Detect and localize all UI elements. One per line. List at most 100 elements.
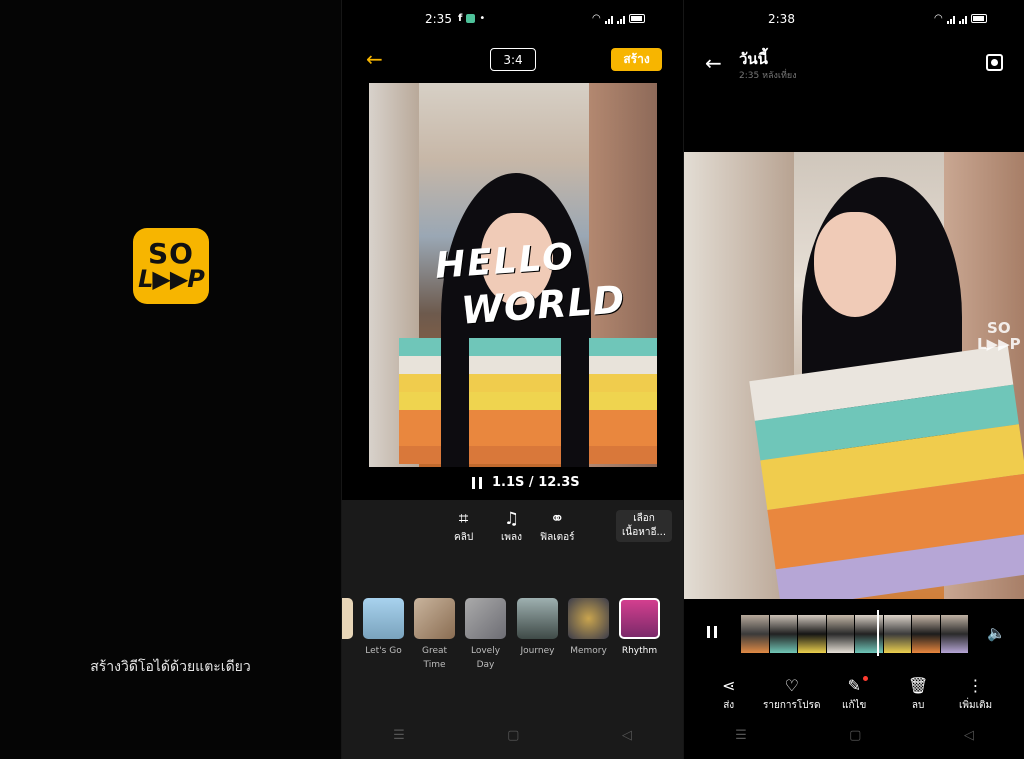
share-icon: ⋖ [722,676,736,695]
more-label: เพิ่มเติม [959,700,993,711]
favorite-button[interactable]: ♡ รายการโปรด [763,676,820,713]
theme-item[interactable]: Memory [568,598,609,658]
pick-content-label-2: เนื้อหาอี... [621,527,666,538]
delete-label: ลบ [911,700,925,711]
theme-thumb [568,598,609,639]
more-icon: ⋮ [967,676,984,695]
back-arrow-icon[interactable]: ← [705,53,722,73]
timeline-frame [912,615,941,653]
tool-filter[interactable]: ⚭ ฟิลเตอร์ [540,508,575,545]
heart-icon: ♡ [784,676,799,695]
soloop-watermark: SO L▶▶P [977,320,1021,352]
theme-strip[interactable]: Let's Go Great Time Lovely Day Journey M… [342,598,683,678]
theme-label: Journey [520,646,555,656]
theme-item[interactable]: Journey [517,598,558,658]
edit-button[interactable]: ✎ แก้ไข [842,676,869,713]
create-button[interactable]: สร้าง [611,48,662,71]
share-button[interactable]: ⋖ ส่ง [722,676,735,713]
facebook-icon: f [458,13,463,24]
wifi-icon: ◠ [592,13,601,24]
playback-bar: 1.1S / 12.3S [472,475,580,490]
theme-item[interactable]: Lovely Day [465,598,506,672]
delete-button[interactable]: 🗑 ลบ [908,676,928,713]
theme-item[interactable]: Great Time [414,598,455,672]
home-nav-icon[interactable]: ▢ [507,728,519,743]
system-nav-bar: ☰ ▢ ◁ [684,728,1024,743]
video-preview[interactable]: HELLO WORLD [369,83,657,467]
music-icon: ♫ [503,509,520,529]
menu-nav-icon[interactable]: ☰ [393,728,405,743]
signal-icon [604,14,613,24]
gallery-screen: 2:38 ◠ ← วันนี้ 2:35 หลังเที่ยง SO L▶▶P [683,0,1024,759]
theme-item-selected[interactable]: Rhythm [619,598,660,658]
logo-text-top: SO [148,237,194,271]
battery-icon [628,14,645,23]
timeline-frame [940,615,969,653]
timeline-frame [855,615,884,653]
photo-viewer[interactable]: SO L▶▶P [684,152,1024,599]
logo-text-bottom: L▶▶P [138,264,205,293]
signal-icon-2 [958,14,967,24]
edit-badge-dot [863,676,869,681]
theme-thumb [342,598,353,639]
menu-nav-icon[interactable]: ☰ [735,728,747,743]
lens-scan-icon[interactable] [986,54,1003,71]
pause-icon[interactable] [707,626,717,638]
message-icon [466,14,476,23]
timeline-playhead[interactable] [877,610,879,656]
timeline-frame [741,615,770,653]
volume-icon[interactable]: 🔈 [987,624,1006,642]
home-nav-icon[interactable]: ▢ [849,728,861,743]
pick-content-label-1: เลือก [633,513,655,524]
status-time: 2:35 [425,12,452,26]
person-face [814,212,896,317]
tool-music[interactable]: ♫ เพลง [501,508,522,545]
theme-thumb [465,598,506,639]
tool-filter-label: ฟิลเตอร์ [540,532,575,543]
timeline-frame [883,615,912,653]
splash-tagline: สร้างวิดีโอได้ด้วยแตะเดียว [90,659,251,675]
status-system-icons: ◠ [934,13,987,24]
person-sweater [399,338,657,464]
back-nav-icon[interactable]: ◁ [964,728,974,743]
tool-music-label: เพลง [501,532,523,543]
theme-item[interactable]: Let's Go [363,598,404,658]
system-nav-bar: ☰ ▢ ◁ [342,728,683,743]
hair-strand-right [561,338,589,467]
editor-screen: 2:35 f • ◠ ← 3:4 สร้าง HELLO WORLD 1.1S … [341,0,683,759]
video-timeline[interactable] [741,615,969,653]
filter-icon: ⚭ [550,509,565,529]
tool-clip[interactable]: ⌗ คลิป [454,508,473,545]
aspect-ratio-button[interactable]: 3:4 [490,48,536,71]
watermark-line-1: SO [987,319,1011,337]
pick-content-button[interactable]: เลือก เนื้อหาอี... [616,510,672,542]
theme-label: Great Time [421,646,448,670]
back-arrow-icon[interactable]: ← [366,49,383,69]
wifi-icon: ◠ [934,13,943,24]
share-label: ส่ง [723,700,735,711]
favorite-label: รายการโปรด [763,700,821,711]
theme-thumb [414,598,455,639]
trash-icon: 🗑 [908,676,929,695]
theme-item[interactable] [342,598,353,639]
more-button[interactable]: ⋮ เพิ่มเติม [959,676,992,713]
signal-icon [946,14,955,24]
theme-thumb [619,598,660,639]
theme-label: Memory [570,646,607,656]
soloop-logo: SO L▶▶P [133,228,209,304]
timeline-frame [769,615,798,653]
theme-label: Rhythm [621,646,658,656]
theme-thumb [517,598,558,639]
pause-icon[interactable] [472,476,482,489]
dot-icon: • [479,13,486,24]
hair-strand-left [441,338,469,467]
clip-icon: ⌗ [458,509,469,529]
battery-icon [970,14,987,23]
back-nav-icon[interactable]: ◁ [622,728,632,743]
edit-label: แก้ไข [842,700,867,711]
timeline-frame [798,615,827,653]
status-system-icons: ◠ [592,13,645,24]
playback-time: 1.1S / 12.3S [492,475,580,490]
splash-screen: SO L▶▶P สร้างวิดีโอได้ด้วยแตะเดียว [0,0,341,759]
person-sweater [749,344,1024,599]
